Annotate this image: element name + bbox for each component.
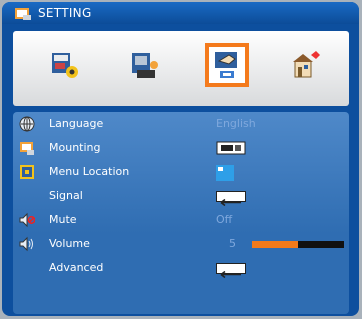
menu-position-icon bbox=[216, 165, 234, 181]
tab-icon-strip bbox=[13, 31, 349, 106]
menu-item-language[interactable]: Language English bbox=[13, 112, 349, 136]
page-title: SETTING bbox=[38, 6, 92, 20]
language-label: Language bbox=[49, 117, 104, 130]
menu-item-advanced[interactable]: Advanced bbox=[13, 256, 349, 280]
display-settings-icon bbox=[132, 53, 158, 78]
volume-slider[interactable] bbox=[252, 241, 344, 248]
volume-icon bbox=[19, 236, 33, 252]
menu-item-signal[interactable]: Signal bbox=[13, 184, 349, 208]
mounting-icon bbox=[20, 142, 34, 155]
signal-label: Signal bbox=[49, 189, 83, 202]
globe-icon bbox=[19, 116, 35, 132]
setting-hand-icon bbox=[215, 52, 237, 78]
volume-value: 5 bbox=[229, 237, 236, 250]
projector-front-icon bbox=[216, 141, 246, 155]
mute-value: Off bbox=[216, 213, 233, 226]
menu-location-icon bbox=[20, 165, 34, 179]
menu-location-label: Menu Location bbox=[49, 165, 130, 178]
enter-arrow-icon bbox=[220, 270, 241, 279]
osd-menu-panel: SETTING Language English Mounting Menu L… bbox=[2, 2, 359, 316]
title-bar: SETTING bbox=[2, 2, 359, 24]
menu-item-mute[interactable]: Mute Off bbox=[13, 208, 349, 232]
mounting-label: Mounting bbox=[49, 141, 101, 154]
volume-slider-fill bbox=[252, 241, 298, 248]
options-house-icon bbox=[293, 51, 320, 78]
language-value: English bbox=[216, 117, 256, 130]
tab-setting[interactable] bbox=[205, 43, 249, 87]
menu-item-mounting[interactable]: Mounting bbox=[13, 136, 349, 160]
tab-options[interactable] bbox=[283, 43, 327, 87]
menu-item-menu-location[interactable]: Menu Location bbox=[13, 160, 349, 184]
signal-enter-button[interactable] bbox=[216, 191, 246, 207]
setting-title-icon bbox=[15, 8, 31, 20]
mute-icon bbox=[19, 212, 35, 228]
tab-display[interactable] bbox=[123, 43, 167, 87]
settings-menu-list: Language English Mounting Menu Location … bbox=[13, 112, 349, 314]
enter-arrow-icon bbox=[220, 198, 241, 207]
advanced-enter-button[interactable] bbox=[216, 263, 246, 279]
advanced-label: Advanced bbox=[49, 261, 104, 274]
image-settings-icon bbox=[52, 53, 78, 78]
menu-item-volume[interactable]: Volume 5 bbox=[13, 232, 349, 256]
mute-label: Mute bbox=[49, 213, 77, 226]
tab-image[interactable] bbox=[43, 43, 87, 87]
volume-label: Volume bbox=[49, 237, 90, 250]
